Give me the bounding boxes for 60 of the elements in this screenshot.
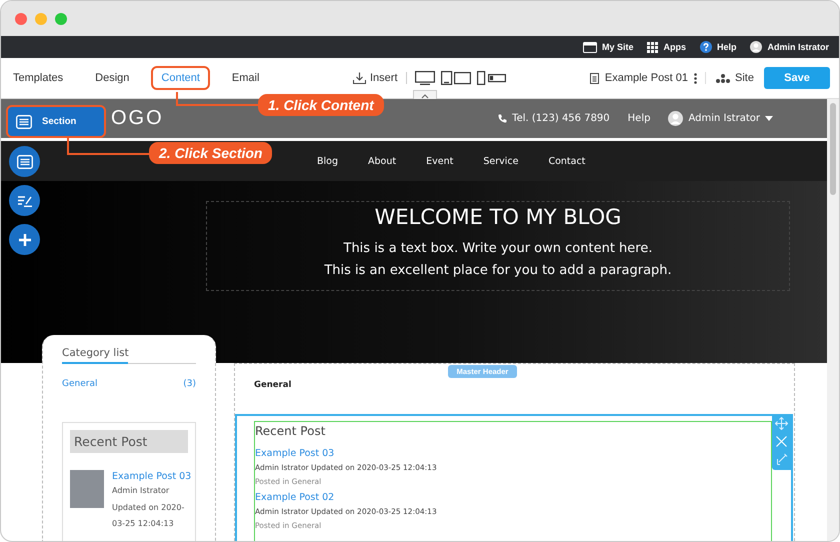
layout-icon <box>16 114 32 128</box>
editor-tab[interactable]: Design <box>85 66 140 90</box>
hero-text: This is a text box. Write your own content here. <box>344 240 652 258</box>
user-menu[interactable]: Admin Istrator <box>688 113 760 124</box>
site-logo: OGO <box>111 107 164 130</box>
nav-link[interactable]: Contact <box>548 156 586 166</box>
help-link[interactable]: Help <box>628 113 650 124</box>
user-name[interactable]: Admin Istrator <box>767 42 829 52</box>
top-link[interactable]: Apps <box>663 42 686 52</box>
recent-post-heading: Recent Post <box>255 424 326 438</box>
sitemap-icon <box>716 74 730 82</box>
phone-icon[interactable] <box>476 71 506 85</box>
collapse-tab[interactable] <box>413 90 437 99</box>
grid-icon <box>647 42 658 52</box>
dropdown-caret-icon[interactable] <box>765 116 773 121</box>
help-icon <box>700 41 712 53</box>
top-link[interactable]: Help <box>716 42 736 52</box>
section-button[interactable]: Section <box>6 105 106 138</box>
editor-tab[interactable]: Templates <box>3 66 74 90</box>
desktop-icon[interactable] <box>414 71 435 85</box>
phone-icon <box>498 114 508 123</box>
avatar-icon <box>668 111 684 126</box>
category-heading: General <box>254 380 292 390</box>
minimize-dot[interactable] <box>35 12 47 24</box>
category-count: (3) <box>183 379 196 389</box>
category-list-title: Category list <box>62 347 196 364</box>
close-dot[interactable] <box>15 12 27 24</box>
editor-tab[interactable]: Email <box>222 66 270 90</box>
document-icon <box>590 72 599 84</box>
phone-number: Tel. (123) 456 7890 <box>512 113 610 124</box>
text-edit-icon <box>16 194 32 206</box>
nav-link[interactable]: Event <box>426 156 454 166</box>
callout-label: 1. Click Content <box>258 94 384 116</box>
top-link[interactable]: My Site <box>602 42 634 52</box>
editor-tab[interactable]: Content <box>151 66 210 90</box>
recent-post-heading: Recent Post <box>70 430 188 453</box>
insert-label[interactable]: Insert <box>370 72 398 84</box>
post-link[interactable]: Example Post 03 <box>112 471 192 482</box>
tablet-icon[interactable] <box>440 71 471 85</box>
hero-text: This is an excellent place for you to add a paragraph. <box>324 262 672 280</box>
post-author: Admin Istrator <box>112 485 170 497</box>
post-link[interactable]: Example Post 03 <box>255 448 771 459</box>
avatar-icon <box>750 41 762 53</box>
post-link[interactable]: Example Post 02 <box>255 492 771 503</box>
page-selector[interactable]: Example Post 01 <box>604 72 688 84</box>
callout-label: 2. Click Section <box>149 142 272 164</box>
photo-placeholder <box>70 470 104 508</box>
nav-link[interactable]: Blog <box>317 156 338 166</box>
more-icon[interactable] <box>694 72 698 84</box>
download-icon[interactable] <box>353 72 366 84</box>
maximize-dot[interactable] <box>55 12 67 24</box>
nav-link[interactable]: Service <box>483 156 518 166</box>
post-date: Updated on 2020-03-25 12:04:13 <box>112 502 186 530</box>
hero-title: WELCOME TO MY BLOG <box>374 205 622 229</box>
category-link[interactable]: General <box>62 379 98 389</box>
nav-link[interactable]: About <box>368 156 396 166</box>
browser-window-icon <box>582 42 597 52</box>
layout-icon <box>16 154 32 168</box>
plus-icon <box>18 232 32 246</box>
site-link[interactable]: Site <box>735 72 754 84</box>
